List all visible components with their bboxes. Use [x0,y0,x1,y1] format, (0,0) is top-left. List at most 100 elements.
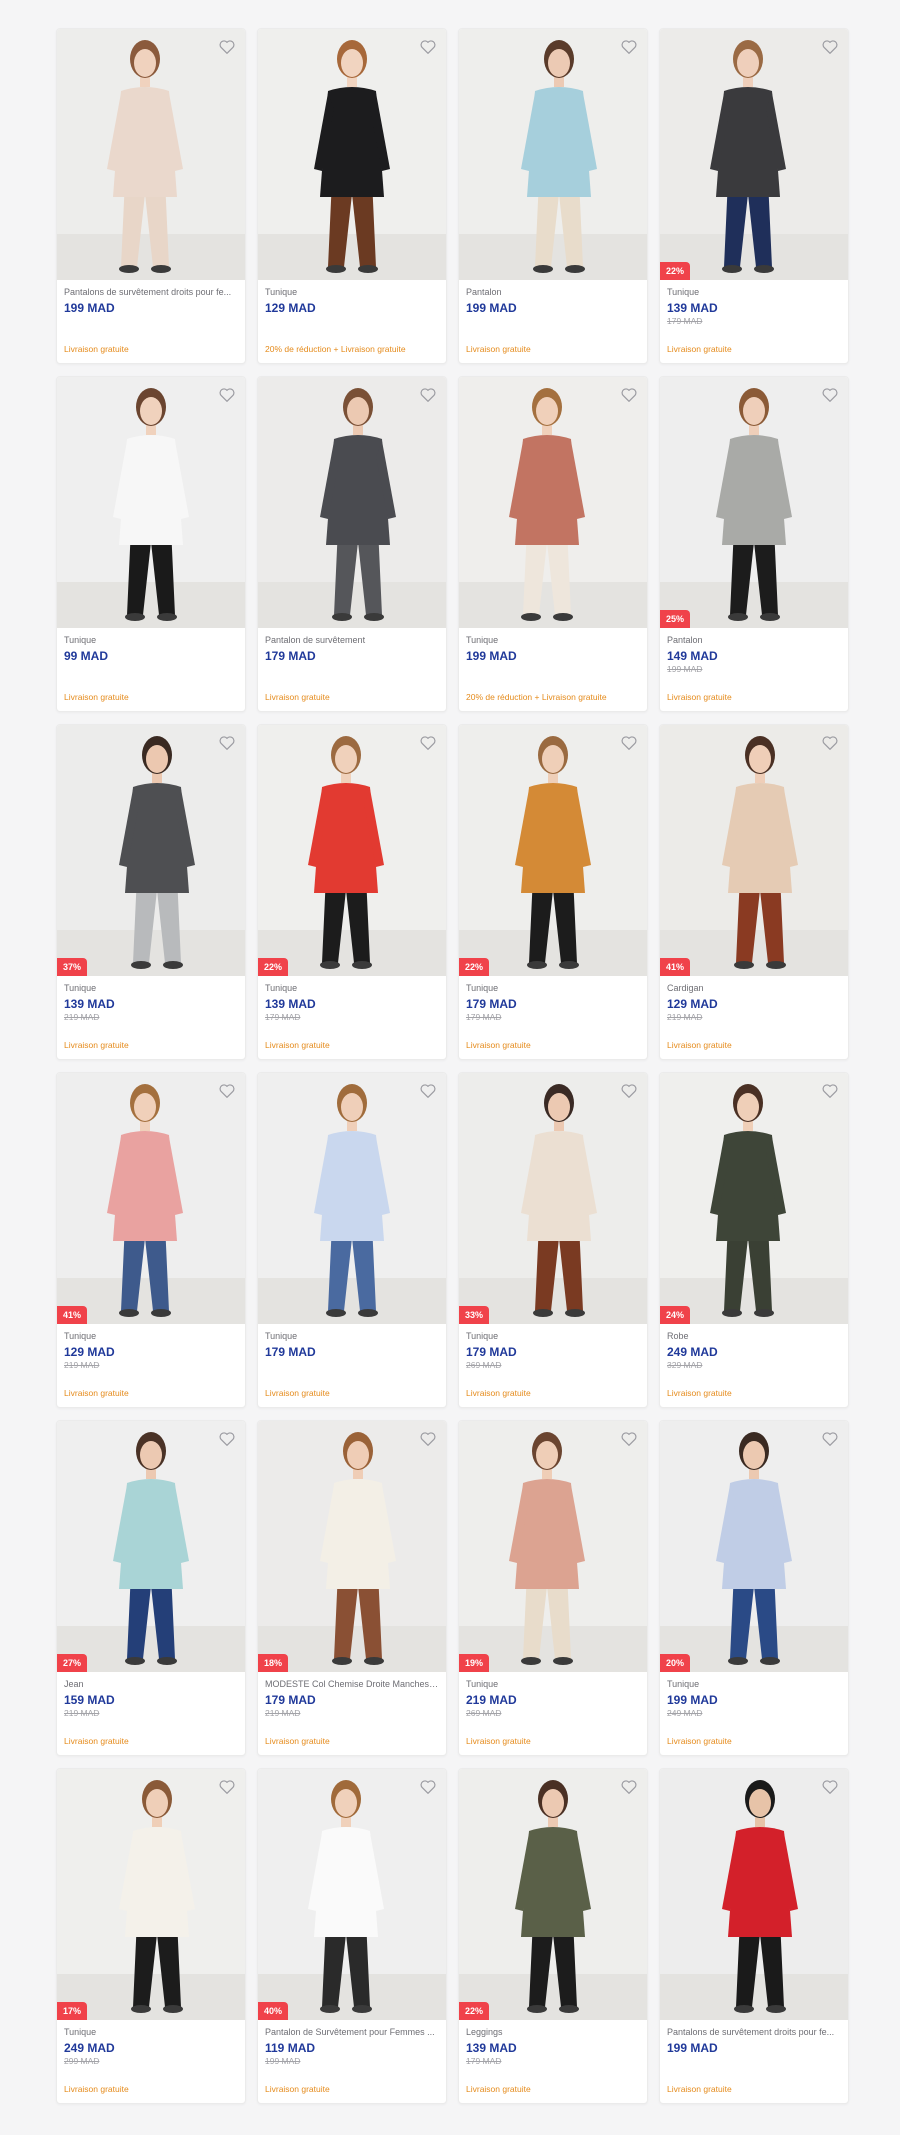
heart-icon[interactable] [619,385,639,405]
product-info: Tunique 139 MAD 179 MAD [258,976,446,1023]
product-image[interactable]: 17% [57,1769,245,2020]
product-name[interactable]: Pantalons de survêtement droits pour fe.… [667,2027,841,2038]
product-card[interactable]: Pantalons de survêtement droits pour fe.… [659,1768,849,2104]
product-card[interactable]: 41% Tunique 129 MAD 219 MAD Livraison gratui… [56,1072,246,1408]
product-name[interactable]: Pantalon de Survêtement pour Femmes ... [265,2027,439,2038]
product-image[interactable] [57,377,245,628]
product-card[interactable]: Tunique 179 MAD Livraison gratuite [257,1072,447,1408]
product-name[interactable]: Cardigan [667,983,841,994]
product-card[interactable]: 37% Tunique 139 MAD 219 MAD Livraison gratui… [56,724,246,1060]
product-image[interactable] [57,29,245,280]
product-card[interactable]: Pantalons de survêtement droits pour fe.… [56,28,246,364]
product-image[interactable] [258,1073,446,1324]
product-name[interactable]: MODESTE Col Chemise Droite Manches L... [265,1679,439,1690]
product-image[interactable] [258,29,446,280]
product-card[interactable]: 18% MODESTE Col Chemise Droite Manches L.… [257,1420,447,1756]
product-image[interactable] [459,377,647,628]
product-card[interactable]: 22% Tunique 139 MAD 179 MAD Livraison gratui… [257,724,447,1060]
product-card[interactable]: Tunique 199 MAD 20% de réduction + Livrais… [458,376,648,712]
heart-icon[interactable] [217,37,237,57]
product-image[interactable] [459,29,647,280]
heart-icon[interactable] [217,733,237,753]
heart-icon[interactable] [820,385,840,405]
product-image[interactable]: 25% [660,377,848,628]
product-card[interactable]: 33% Tunique 179 MAD 269 MAD Livraison gratui… [458,1072,648,1408]
product-card[interactable]: 41% Cardigan 129 MAD 219 MAD Livraison gratu… [659,724,849,1060]
product-name[interactable]: Tunique [265,287,439,298]
heart-icon[interactable] [418,1081,438,1101]
product-image[interactable]: 22% [660,29,848,280]
product-card[interactable]: 22% Tunique 179 MAD 179 MAD Livraison gratui… [458,724,648,1060]
product-image[interactable]: 37% [57,725,245,976]
heart-icon[interactable] [619,733,639,753]
product-image[interactable] [660,1769,848,2020]
heart-icon[interactable] [820,37,840,57]
heart-icon[interactable] [418,385,438,405]
heart-icon[interactable] [820,1777,840,1797]
product-name[interactable]: Robe [667,1331,841,1342]
product-image[interactable]: 33% [459,1073,647,1324]
heart-icon[interactable] [820,733,840,753]
heart-icon[interactable] [217,1777,237,1797]
heart-icon[interactable] [820,1429,840,1449]
heart-icon[interactable] [418,733,438,753]
product-name[interactable]: Tunique [466,983,640,994]
heart-icon[interactable] [217,1429,237,1449]
product-photo [258,377,446,628]
product-image[interactable] [258,377,446,628]
heart-icon[interactable] [619,37,639,57]
product-name[interactable]: Jean [64,1679,238,1690]
product-name[interactable]: Tunique [466,1331,640,1342]
product-name[interactable]: Tunique [265,1331,439,1342]
heart-icon[interactable] [619,1777,639,1797]
product-card[interactable]: 22% Leggings 139 MAD 179 MAD Livraison gratu… [458,1768,648,2104]
product-card[interactable]: Tunique 99 MAD Livraison gratuite [56,376,246,712]
product-image[interactable]: 18% [258,1421,446,1672]
product-name[interactable]: Tunique [64,1331,238,1342]
heart-icon[interactable] [418,1777,438,1797]
product-name[interactable]: Tunique [466,1679,640,1690]
product-name[interactable]: Pantalon [466,287,640,298]
product-image[interactable]: 41% [57,1073,245,1324]
product-name[interactable]: Tunique [64,983,238,994]
product-card[interactable]: 20% Tunique 199 MAD 249 MAD Livraison gratui… [659,1420,849,1756]
product-card[interactable]: 25% Pantalon 149 MAD 199 MAD Livraison gratu… [659,376,849,712]
product-card[interactable]: 40% Pantalon de Survêtement pour Femmes .… [257,1768,447,2104]
product-image[interactable]: 24% [660,1073,848,1324]
product-image[interactable]: 20% [660,1421,848,1672]
product-name[interactable]: Tunique [265,983,439,994]
product-image[interactable]: 41% [660,725,848,976]
product-image[interactable]: 22% [459,725,647,976]
product-name[interactable]: Pantalons de survêtement droits pour fe.… [64,287,238,298]
product-photo [57,725,245,976]
product-card[interactable]: Pantalon de survêtement 179 MAD Livraison … [257,376,447,712]
product-card[interactable]: 17% Tunique 249 MAD 299 MAD Livraison gratui… [56,1768,246,2104]
product-name[interactable]: Leggings [466,2027,640,2038]
product-image[interactable]: 22% [459,1769,647,2020]
heart-icon[interactable] [619,1081,639,1101]
product-name[interactable]: Pantalon [667,635,841,646]
heart-icon[interactable] [820,1081,840,1101]
heart-icon[interactable] [217,385,237,405]
product-name[interactable]: Tunique [64,2027,238,2038]
product-image[interactable]: 27% [57,1421,245,1672]
product-card[interactable]: Pantalon 199 MAD Livraison gratuite [458,28,648,364]
heart-icon[interactable] [619,1429,639,1449]
product-name[interactable]: Pantalon de survêtement [265,635,439,646]
product-image[interactable]: 22% [258,725,446,976]
product-image[interactable]: 19% [459,1421,647,1672]
product-card[interactable]: 19% Tunique 219 MAD 269 MAD Livraison gratui… [458,1420,648,1756]
product-image[interactable]: 40% [258,1769,446,2020]
product-name[interactable]: Tunique [466,635,640,646]
product-name[interactable]: Tunique [667,287,841,298]
product-name[interactable]: Tunique [667,1679,841,1690]
product-card[interactable]: 27% Jean 159 MAD 219 MAD Livraison gratuite [56,1420,246,1756]
heart-icon[interactable] [418,1429,438,1449]
discount-badge: 25% [660,610,691,628]
heart-icon[interactable] [418,37,438,57]
product-name[interactable]: Tunique [64,635,238,646]
product-card[interactable]: 24% Robe 249 MAD 329 MAD Livraison gratuite [659,1072,849,1408]
product-card[interactable]: Tunique 129 MAD 20% de réduction + Livrais… [257,28,447,364]
product-card[interactable]: 22% Tunique 139 MAD 179 MAD Livraison gratui… [659,28,849,364]
heart-icon[interactable] [217,1081,237,1101]
